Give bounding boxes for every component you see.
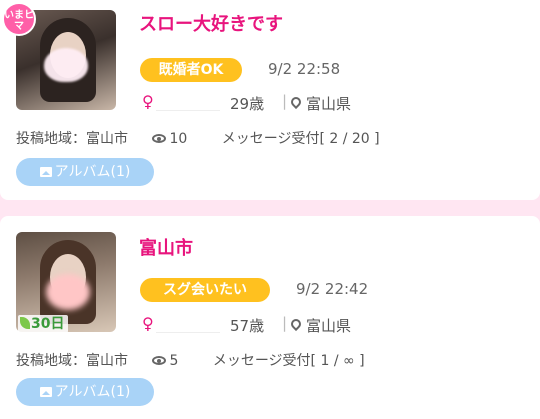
age: 57歳 — [230, 317, 265, 335]
view-count: 5 — [169, 353, 179, 369]
days-badge: 30日 — [18, 315, 69, 333]
map-pin-icon — [288, 316, 304, 332]
message-status: メッセージ受付[ 2 / 20 ] — [221, 131, 380, 147]
age: 29歳 — [230, 95, 265, 113]
separator: | — [282, 92, 288, 110]
eye-icon — [152, 134, 167, 143]
post-datetime: 9/2 22:58 — [268, 60, 341, 78]
hidden-name — [156, 90, 220, 111]
album-button[interactable]: アルバム(1) — [16, 158, 154, 186]
blur-sticker — [46, 274, 90, 310]
region: 投稿地域：富山市 — [16, 353, 128, 369]
region: 投稿地域：富山市 — [16, 131, 128, 147]
prefecture: 富山県 — [306, 317, 352, 335]
post-meta: 投稿地域：富山市 10 メッセージ受付[ 2 / 20 ] — [16, 128, 386, 148]
beginner-leaf-icon — [20, 317, 30, 329]
post-title[interactable]: スロー大好きです — [139, 10, 283, 36]
post-card[interactable]: 富山市 スグ会いたい 9/2 22:42 ♀ 57歳 | 富山県 投稿地域：富山… — [0, 216, 540, 419]
post-title[interactable]: 富山市 — [139, 234, 193, 260]
days-label: 30日 — [31, 316, 65, 332]
separator: | — [282, 314, 288, 332]
prefecture: 富山県 — [306, 95, 352, 113]
heart-sticker — [44, 48, 88, 82]
image-icon — [39, 167, 52, 177]
post-meta: 投稿地域：富山市 5 メッセージ受付[ 1 / ∞ ] — [16, 350, 371, 370]
eye-icon — [152, 356, 167, 365]
map-pin-icon — [288, 94, 304, 110]
image-icon — [39, 387, 52, 397]
tag-pill: 既婚者OK — [140, 58, 242, 82]
ima-hima-badge: いまヒマ — [2, 2, 36, 36]
album-button[interactable]: アルバム(1) — [16, 378, 154, 406]
post-card[interactable]: いまヒマ スロー大好きです 既婚者OK 9/2 22:58 ♀ 29歳 | 富山… — [0, 0, 540, 200]
tag-pill: スグ会いたい — [140, 278, 270, 302]
post-datetime: 9/2 22:42 — [296, 280, 369, 298]
album-label: アルバム(1) — [54, 384, 131, 400]
female-symbol-icon: ♀ — [142, 314, 154, 333]
message-status: メッセージ受付[ 1 / ∞ ] — [212, 353, 365, 369]
album-label: アルバム(1) — [54, 164, 131, 180]
view-count: 10 — [169, 131, 188, 147]
female-symbol-icon: ♀ — [142, 92, 154, 111]
hidden-name — [156, 312, 220, 333]
